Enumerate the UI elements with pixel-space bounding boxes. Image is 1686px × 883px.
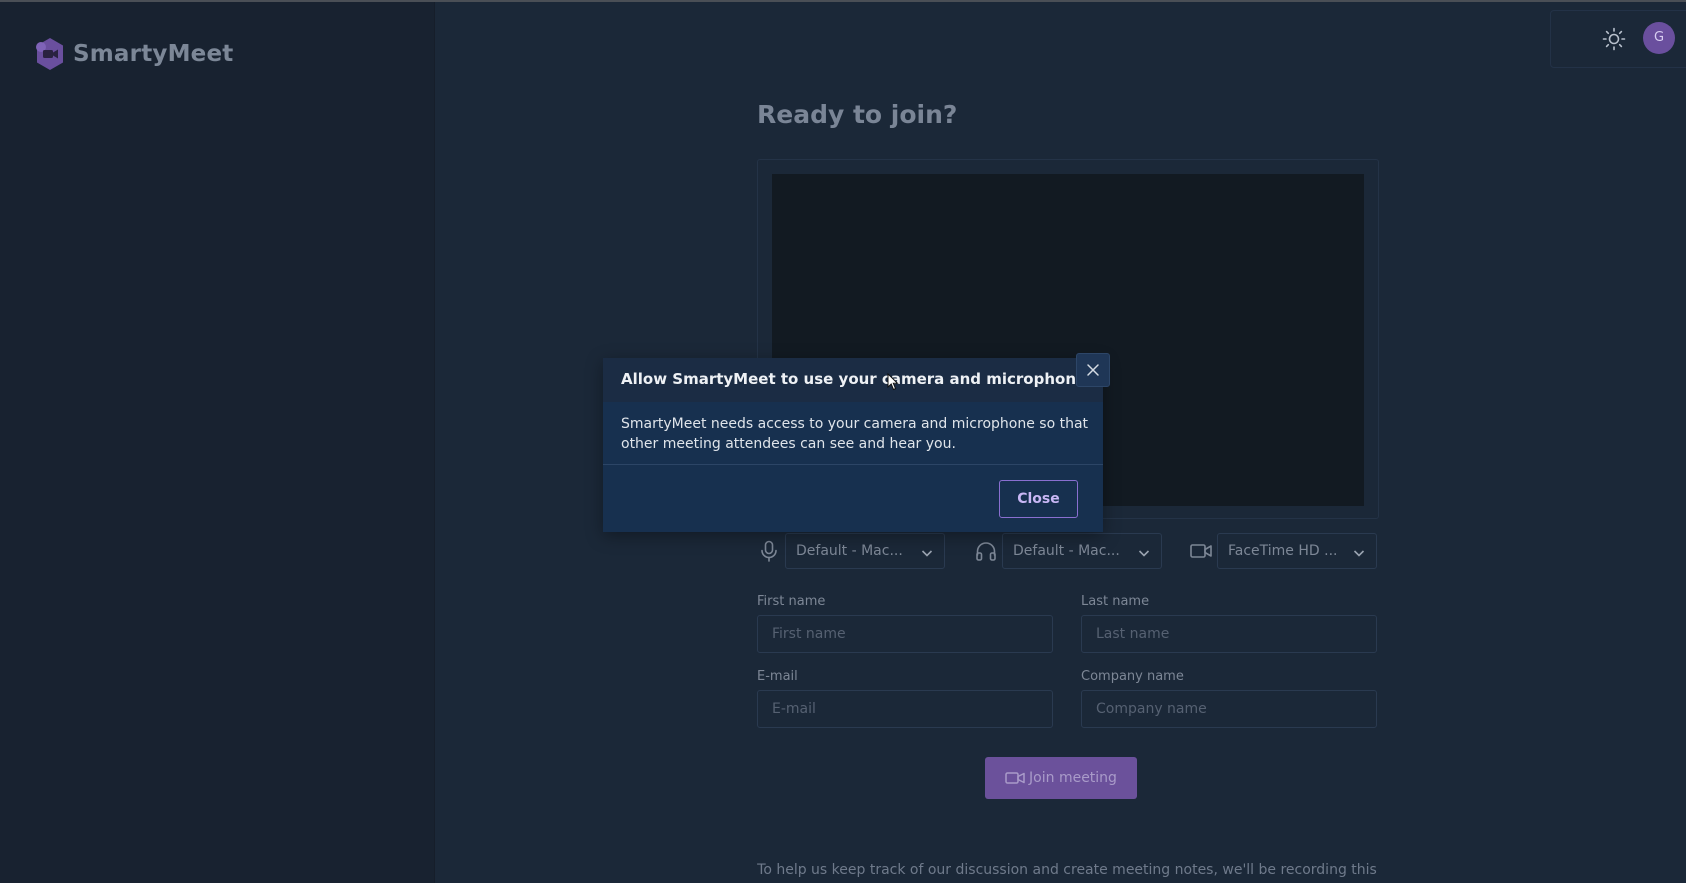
microphone-device-group: Default - Mac... [757,533,947,569]
user-avatar[interactable]: G [1643,22,1675,54]
email-input[interactable] [757,690,1053,728]
permission-dialog: Allow SmartyMeet to use your camera and … [603,353,1110,532]
email-group: E-mail [757,669,1053,728]
mouse-cursor-icon [887,373,899,391]
dialog-title: Allow SmartyMeet to use your camera and … [621,370,1087,388]
company-label: Company name [1081,669,1184,684]
page-title: Ready to join? [757,100,958,129]
last-name-label: Last name [1081,594,1150,609]
chevron-down-icon [1353,550,1365,557]
chevron-down-icon [921,550,933,557]
sun-icon[interactable] [1602,27,1626,51]
microphone-select-value: Default - Mac... [796,543,903,559]
last-name-group: Last name [1081,594,1377,653]
headphones-icon [976,542,996,561]
chevron-down-icon [1138,550,1150,557]
company-group: Company name [1081,669,1377,728]
first-name-label: First name [757,594,826,609]
app-name: SmartyMeet [73,41,234,67]
close-icon [1087,364,1099,376]
join-meeting-label: Join meeting [1029,770,1117,786]
sidebar: SmartyMeet [0,2,435,883]
dialog-message: SmartyMeet needs access to your camera a… [621,416,1089,452]
dialog-close-icon-button[interactable] [1076,353,1110,387]
camera-device-group: FaceTime HD ... [1189,533,1379,569]
speaker-select-value: Default - Mac... [1013,543,1120,559]
join-meeting-button[interactable]: Join meeting [985,757,1137,799]
dialog-close-button[interactable]: Close [999,480,1078,518]
last-name-input[interactable] [1081,615,1377,653]
top-right-toolbar: G [1550,10,1686,68]
microphone-icon [761,540,777,562]
video-camera-icon [1005,772,1025,784]
camera-select[interactable]: FaceTime HD ... [1217,533,1377,569]
smartymeet-logo-icon [36,38,63,70]
speaker-select[interactable]: Default - Mac... [1002,533,1162,569]
dialog-divider [603,464,1103,465]
app-logo[interactable]: SmartyMeet [33,37,233,71]
video-camera-icon [1190,544,1212,558]
camera-select-value: FaceTime HD ... [1228,543,1338,559]
first-name-group: First name [757,594,1053,653]
first-name-input[interactable] [757,615,1053,653]
speaker-device-group: Default - Mac... [974,533,1164,569]
company-input[interactable] [1081,690,1377,728]
microphone-select[interactable]: Default - Mac... [785,533,945,569]
email-label: E-mail [757,669,798,684]
recording-notice: To help us keep track of our discussion … [757,862,1377,878]
